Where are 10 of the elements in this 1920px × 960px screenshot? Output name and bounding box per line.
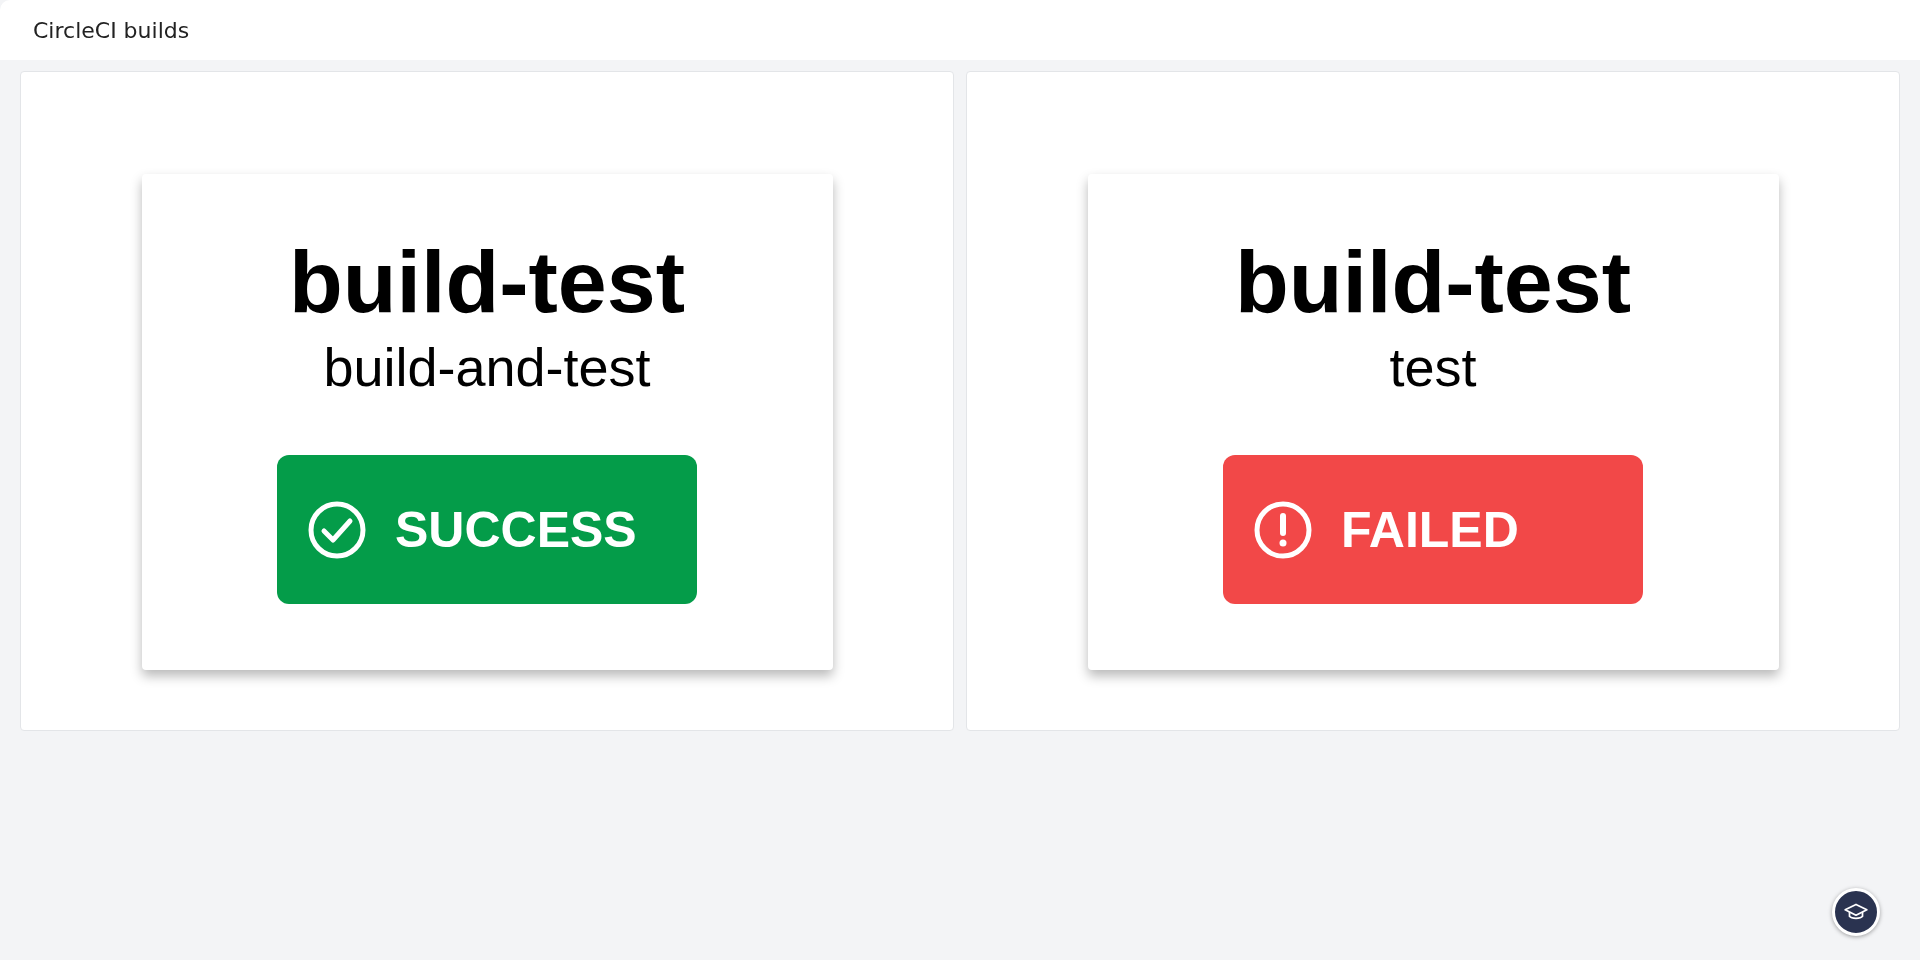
build-job: test	[1389, 338, 1477, 398]
help-button[interactable]	[1832, 888, 1880, 936]
build-job: build-and-test	[323, 338, 651, 398]
exclamation-circle-icon	[1253, 499, 1313, 560]
status-badge: SUCCESS	[277, 455, 697, 605]
build-title: build-test	[289, 238, 685, 326]
status-badge: FAILED	[1223, 455, 1643, 605]
page-title: CircleCI builds	[33, 17, 190, 43]
build-title: build-test	[1235, 238, 1631, 326]
check-circle-icon	[307, 499, 367, 560]
